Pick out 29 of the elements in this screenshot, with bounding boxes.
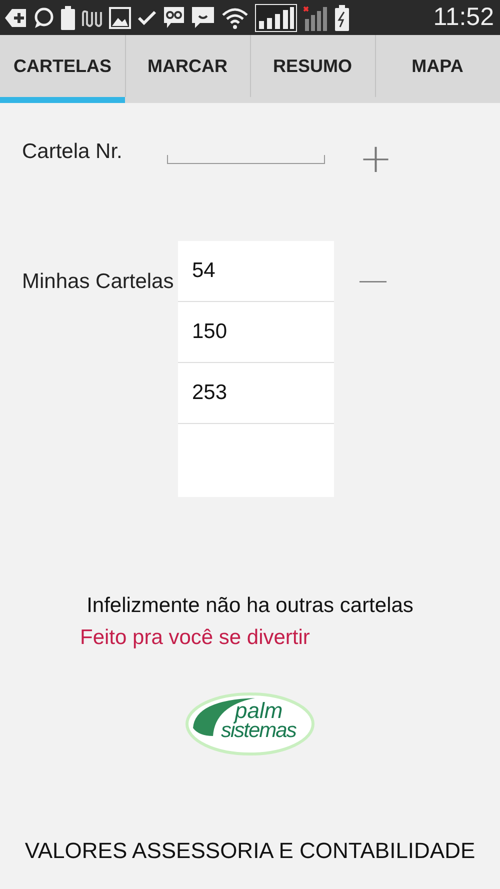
chat-icon xyxy=(33,6,55,28)
footer-text: VALORES ASSESSORIA E CONTABILIDADE xyxy=(24,838,476,864)
tab[interactable]: CARTELAS xyxy=(0,35,125,103)
info-message: Infelizmente não ha outras cartelas xyxy=(86,594,414,618)
clock: 11:52 xyxy=(433,3,494,32)
add-button[interactable]: + xyxy=(359,139,393,179)
remove-button[interactable]: — xyxy=(358,261,388,301)
card-number-field[interactable] xyxy=(167,155,325,164)
tab[interactable]: MARCAR xyxy=(125,35,250,103)
list-item[interactable]: 150 xyxy=(192,320,228,344)
image-icon xyxy=(109,6,131,28)
tab[interactable]: RESUMO xyxy=(250,35,375,103)
wifi-icon xyxy=(221,6,249,28)
signal-icon xyxy=(255,4,297,32)
battery-charging-icon xyxy=(335,4,349,30)
message-icon xyxy=(191,6,215,30)
squiggle-icon xyxy=(81,8,103,28)
tagline: Feito pra você se divertir xyxy=(80,626,311,650)
logo: palm sistemas xyxy=(185,692,315,756)
check-icon xyxy=(137,10,157,26)
voicemail-icon xyxy=(163,6,185,30)
battery-icon xyxy=(61,6,75,30)
plus-icon xyxy=(5,8,27,28)
list-label: Minhas Cartelas xyxy=(22,269,175,295)
list-item[interactable]: 54 xyxy=(192,259,216,283)
tab[interactable]: MAPA xyxy=(375,35,500,103)
field-label: Cartela Nr. xyxy=(22,139,124,165)
signal-icon xyxy=(303,4,329,30)
list-item[interactable]: 253 xyxy=(192,381,228,405)
